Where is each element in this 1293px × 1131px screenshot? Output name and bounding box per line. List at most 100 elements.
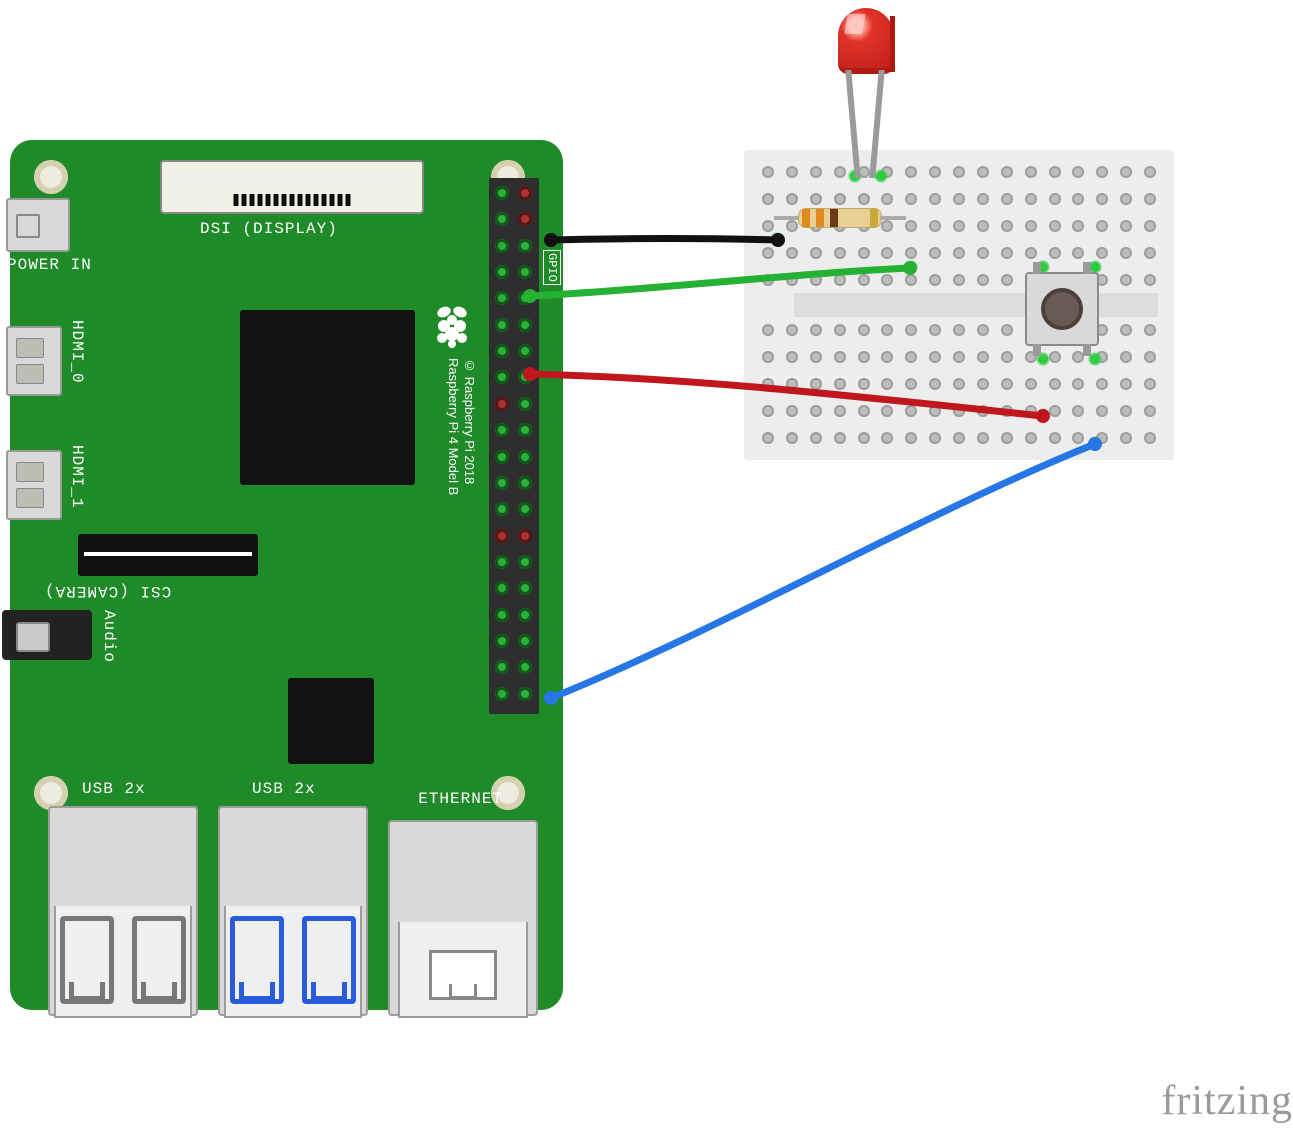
power-in-label: POWER IN bbox=[7, 256, 92, 274]
breadboard-hole bbox=[858, 274, 870, 286]
breadboard-row bbox=[762, 166, 1156, 178]
breadboard-hole bbox=[881, 324, 893, 336]
breadboard-hole bbox=[1144, 378, 1156, 390]
breadboard-hole bbox=[1001, 220, 1013, 232]
breadboard-hole bbox=[810, 166, 822, 178]
raspberry-pi-board: DSI (DISPLAY) POWER IN HDMI_0 HDMI_1 CSI… bbox=[10, 140, 563, 1010]
breadboard-hole bbox=[1144, 193, 1156, 205]
breadboard-hole bbox=[953, 247, 965, 259]
breadboard-hole bbox=[1096, 405, 1108, 417]
breadboard-hole bbox=[953, 220, 965, 232]
breadboard-hole bbox=[977, 324, 989, 336]
breadboard-hole bbox=[786, 432, 798, 444]
breadboard-hole bbox=[762, 378, 774, 390]
raspberry-pi-logo-icon bbox=[434, 304, 470, 348]
breadboard-hole bbox=[929, 378, 941, 390]
tactile-pushbutton bbox=[1025, 272, 1099, 346]
breadboard-hole bbox=[810, 324, 822, 336]
breadboard-hole bbox=[1001, 405, 1013, 417]
breadboard-hole bbox=[1001, 247, 1013, 259]
breadboard-hole bbox=[810, 193, 822, 205]
breadboard-hole bbox=[1049, 193, 1061, 205]
breadboard-hole bbox=[1144, 247, 1156, 259]
breadboard-hole bbox=[1144, 432, 1156, 444]
breadboard-hole bbox=[881, 405, 893, 417]
breadboard-hole bbox=[881, 247, 893, 259]
breadboard-hole bbox=[762, 220, 774, 232]
breadboard-hole bbox=[1072, 405, 1084, 417]
fritzing-watermark: fritzing bbox=[1161, 1077, 1293, 1125]
csi-connector bbox=[78, 534, 258, 576]
breadboard-hole bbox=[786, 351, 798, 363]
audio-jack bbox=[2, 610, 92, 660]
tie-point-highlight bbox=[1088, 436, 1102, 450]
breadboard-hole bbox=[1049, 405, 1061, 417]
breadboard-hole bbox=[810, 247, 822, 259]
breadboard-hole bbox=[762, 166, 774, 178]
breadboard-hole bbox=[810, 274, 822, 286]
breadboard-hole bbox=[1072, 247, 1084, 259]
dsi-label: DSI (DISPLAY) bbox=[200, 220, 338, 238]
breadboard-hole bbox=[929, 432, 941, 444]
breadboard-hole bbox=[905, 405, 917, 417]
breadboard-hole bbox=[953, 351, 965, 363]
breadboard-hole bbox=[1072, 220, 1084, 232]
breadboard-hole bbox=[834, 193, 846, 205]
breadboard-hole bbox=[977, 378, 989, 390]
breadboard-hole bbox=[1120, 274, 1132, 286]
gpio-label: GPIO bbox=[543, 250, 561, 285]
breadboard-hole bbox=[786, 193, 798, 205]
breadboard-hole bbox=[1120, 193, 1132, 205]
breadboard-hole bbox=[1096, 378, 1108, 390]
breadboard-hole bbox=[1144, 274, 1156, 286]
fritzing-diagram: DSI (DISPLAY) POWER IN HDMI_0 HDMI_1 CSI… bbox=[0, 0, 1293, 1131]
breadboard-hole bbox=[762, 324, 774, 336]
breadboard-hole bbox=[881, 193, 893, 205]
breadboard-hole bbox=[905, 247, 917, 259]
breadboard-hole bbox=[1072, 432, 1084, 444]
breadboard-hole bbox=[858, 378, 870, 390]
breadboard-hole bbox=[953, 193, 965, 205]
hdmi1-port bbox=[6, 450, 62, 520]
breadboard-hole bbox=[1120, 405, 1132, 417]
power-in-port bbox=[6, 198, 70, 252]
breadboard-hole bbox=[834, 432, 846, 444]
breadboard-hole bbox=[905, 378, 917, 390]
breadboard-hole bbox=[858, 432, 870, 444]
breadboard-hole bbox=[1025, 432, 1037, 444]
breadboard-hole bbox=[929, 274, 941, 286]
breadboard-hole bbox=[1120, 166, 1132, 178]
breadboard-hole bbox=[834, 324, 846, 336]
usb3-block bbox=[218, 806, 368, 1016]
breadboard-hole bbox=[1025, 220, 1037, 232]
led-bulb-icon bbox=[838, 8, 894, 74]
breadboard-hole bbox=[786, 274, 798, 286]
breadboard-hole bbox=[1120, 220, 1132, 232]
gpio-button-wire bbox=[551, 444, 1095, 698]
breadboard-hole bbox=[1144, 405, 1156, 417]
breadboard-hole bbox=[1120, 247, 1132, 259]
hdmi1-label: HDMI_1 bbox=[68, 445, 86, 509]
breadboard-hole bbox=[977, 247, 989, 259]
usb2-block bbox=[48, 806, 198, 1016]
breadboard-hole bbox=[905, 351, 917, 363]
breadboard-hole bbox=[1096, 220, 1108, 232]
breadboard-hole bbox=[929, 220, 941, 232]
breadboard-hole bbox=[1072, 166, 1084, 178]
breadboard-hole bbox=[1001, 193, 1013, 205]
breadboard-hole bbox=[1144, 220, 1156, 232]
breadboard-hole bbox=[929, 166, 941, 178]
audio-label: Audio bbox=[100, 610, 118, 663]
led-lead bbox=[845, 70, 860, 178]
breadboard-hole bbox=[953, 432, 965, 444]
breadboard-hole bbox=[1120, 324, 1132, 336]
breadboard-hole bbox=[1049, 166, 1061, 178]
tie-point-highlight bbox=[770, 232, 784, 246]
breadboard-hole bbox=[786, 378, 798, 390]
breadboard-hole bbox=[929, 247, 941, 259]
breadboard-hole bbox=[881, 378, 893, 390]
breadboard-hole bbox=[858, 247, 870, 259]
mount-hole bbox=[34, 776, 68, 810]
breadboard-hole bbox=[834, 247, 846, 259]
breadboard-hole bbox=[1072, 193, 1084, 205]
